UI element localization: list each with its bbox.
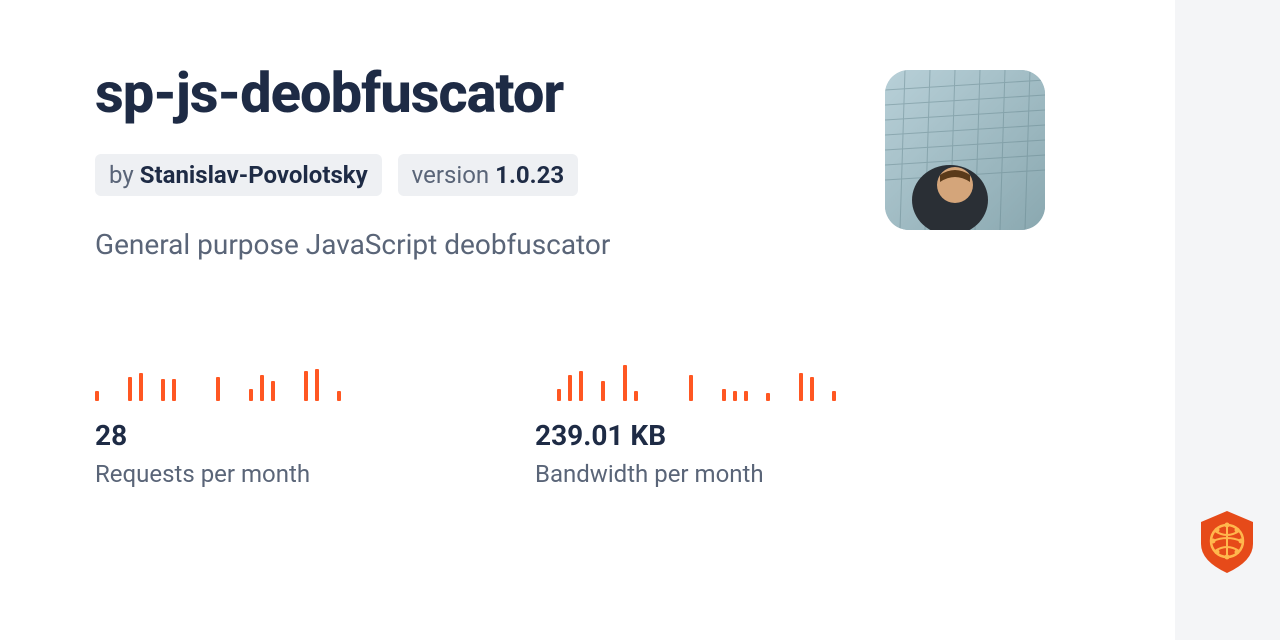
spark-bar bbox=[95, 391, 99, 401]
spark-bar bbox=[810, 377, 814, 401]
spark-bar bbox=[249, 389, 253, 401]
requests-stat: 28 Requests per month bbox=[95, 361, 445, 488]
requests-value: 28 bbox=[95, 419, 445, 452]
requests-sparkline bbox=[95, 361, 445, 401]
spark-bar bbox=[172, 379, 176, 401]
spark-bar bbox=[260, 375, 264, 401]
spark-bar bbox=[722, 389, 726, 401]
spark-bar bbox=[216, 377, 220, 401]
spark-bar bbox=[271, 381, 275, 401]
spark-bar bbox=[623, 365, 627, 401]
spark-bar bbox=[766, 393, 770, 401]
right-sidebar bbox=[1175, 0, 1280, 640]
spark-bar bbox=[832, 391, 836, 401]
stats-row: 28 Requests per month 239.01 KB Bandwidt… bbox=[95, 361, 1175, 488]
spark-bar bbox=[799, 373, 803, 401]
bandwidth-label: Bandwidth per month bbox=[535, 460, 885, 488]
author-name: Stanislav-Povolotsky bbox=[140, 161, 368, 189]
author-prefix: by bbox=[109, 161, 134, 189]
bandwidth-sparkline bbox=[535, 361, 885, 401]
spark-bar bbox=[161, 379, 165, 401]
spark-bar bbox=[568, 375, 572, 401]
spark-bar bbox=[634, 391, 638, 401]
version-prefix: version bbox=[412, 161, 490, 189]
spark-bar bbox=[128, 377, 132, 401]
spark-bar bbox=[337, 391, 341, 401]
spark-bar bbox=[557, 389, 561, 401]
spark-bar bbox=[579, 371, 583, 401]
package-description: General purpose JavaScript deobfuscator bbox=[95, 228, 1175, 261]
spark-bar bbox=[304, 371, 308, 401]
spark-bar bbox=[139, 373, 143, 401]
spark-bar bbox=[601, 381, 605, 401]
author-avatar[interactable] bbox=[885, 70, 1045, 230]
jsdelivr-shield-icon bbox=[1197, 509, 1257, 575]
version-number: 1.0.23 bbox=[495, 161, 564, 189]
avatar-image bbox=[885, 70, 1045, 230]
spark-bar bbox=[733, 391, 737, 401]
bandwidth-value: 239.01 KB bbox=[535, 419, 885, 452]
requests-label: Requests per month bbox=[95, 460, 445, 488]
author-badge[interactable]: by Stanislav-Povolotsky bbox=[95, 154, 382, 196]
version-badge[interactable]: version 1.0.23 bbox=[398, 154, 579, 196]
spark-bar bbox=[689, 375, 693, 401]
spark-bar bbox=[315, 369, 319, 401]
spark-bar bbox=[744, 391, 748, 401]
bandwidth-stat: 239.01 KB Bandwidth per month bbox=[535, 361, 885, 488]
